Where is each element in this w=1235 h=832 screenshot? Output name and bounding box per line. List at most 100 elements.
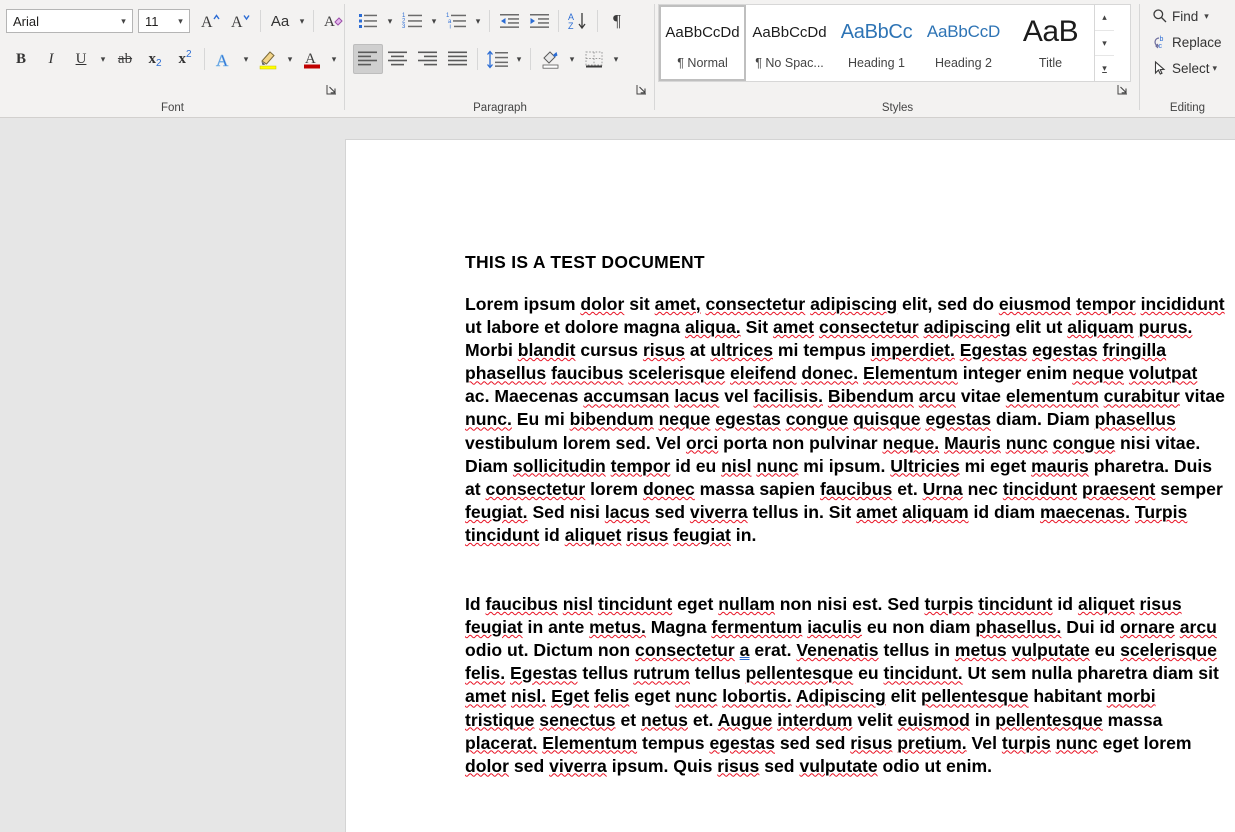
style-item-heading-2[interactable]: AaBbCcD Heading 2 <box>920 5 1007 81</box>
justify-button[interactable] <box>443 44 473 74</box>
svg-text:A: A <box>324 14 335 30</box>
font-name-value[interactable]: Arial <box>7 14 115 29</box>
font-name-combo[interactable]: Arial ▾ <box>6 9 133 33</box>
line-spacing-button[interactable] <box>482 44 512 74</box>
subscript-label: x <box>148 50 156 67</box>
bullets-dropdown-icon[interactable]: ▾ <box>383 6 397 36</box>
highlight-dropdown-icon[interactable]: ▾ <box>283 44 297 74</box>
borders-button[interactable] <box>579 44 609 74</box>
change-case-dropdown-icon[interactable]: ▾ <box>295 6 309 36</box>
increase-indent-button[interactable] <box>524 6 554 36</box>
font-size-dropdown-icon[interactable]: ▾ <box>172 10 189 32</box>
styles-more-button[interactable]: ▾̲ <box>1095 56 1114 81</box>
document-page[interactable]: THIS IS A TEST DOCUMENT Lorem ipsum dolo… <box>345 139 1235 832</box>
shading-button[interactable] <box>535 44 565 74</box>
font-name-dropdown-icon[interactable]: ▾ <box>115 10 132 32</box>
show-formatting-marks-button[interactable]: ¶ <box>602 6 632 36</box>
strikethrough-button[interactable]: ab <box>110 44 140 74</box>
styles-group-body: AaBbCcDd ¶ Normal AaBbCcDd ¶ No Spac... … <box>655 0 1140 110</box>
bullets-icon <box>359 14 377 28</box>
document-body[interactable]: THIS IS A TEST DOCUMENT Lorem ipsum dolo… <box>465 252 1225 824</box>
style-preview-no-spacing: AaBbCcDd <box>748 12 831 52</box>
change-case-button[interactable]: Aa <box>265 6 295 36</box>
shrink-font-button[interactable]: A <box>226 6 256 36</box>
bold-button[interactable]: B <box>6 44 36 74</box>
svg-text:Z: Z <box>568 21 574 31</box>
pilcrow-icon: ¶ <box>613 11 621 30</box>
text-effects-dropdown-icon[interactable]: ▾ <box>239 44 253 74</box>
style-name-title: Title <box>1038 56 1063 70</box>
font-color-button[interactable]: A <box>297 44 327 74</box>
editing-group-body: Find ▾ b c Replace Select ▾ <box>1140 0 1235 98</box>
bullets-button[interactable] <box>353 6 383 36</box>
styles-scroll-down-button[interactable]: ▾ <box>1095 31 1114 57</box>
find-dropdown-icon[interactable]: ▾ <box>1204 11 1209 22</box>
numbering-dropdown-icon[interactable]: ▾ <box>427 6 441 36</box>
font-divider-1 <box>260 10 261 32</box>
font-dialog-launcher[interactable] <box>325 83 339 97</box>
paragraph-dialog-launcher[interactable] <box>635 83 649 97</box>
cursor-icon <box>1148 60 1172 76</box>
grow-font-icon: A <box>201 14 220 31</box>
document-paragraph-2[interactable]: Id faucibus nisl tincidunt eget nullam n… <box>465 593 1225 778</box>
font-color-icon: A <box>304 51 320 69</box>
sort-icon: A Z <box>568 12 586 31</box>
document-paragraph-1[interactable]: Lorem ipsum dolor sit amet, consectetur … <box>465 293 1225 547</box>
editing-group-label: Editing <box>1169 102 1206 114</box>
font-group-body: Arial ▾ 11 ▾ A A Aa ▾ A B I U ▾ ab x 2 x… <box>0 0 345 110</box>
underline-button[interactable]: U <box>66 44 96 74</box>
italic-button[interactable]: I <box>36 44 66 74</box>
grow-font-button[interactable]: A <box>196 6 226 36</box>
ribbon-group-font: Arial ▾ 11 ▾ A A Aa ▾ A B I U ▾ ab x 2 x… <box>0 0 345 118</box>
underline-dropdown-icon[interactable]: ▾ <box>96 44 110 74</box>
multilevel-list-button[interactable]: 1 a i <box>441 6 471 36</box>
superscript-button[interactable]: x2 <box>170 44 200 74</box>
multilevel-list-dropdown-icon[interactable]: ▾ <box>471 6 485 36</box>
align-center-button[interactable] <box>383 44 413 74</box>
align-right-icon <box>418 51 437 66</box>
multilevel-list-icon: 1 a i <box>446 13 466 30</box>
style-preview-text: AaBbCcDd <box>665 23 740 41</box>
align-left-button[interactable] <box>353 44 383 74</box>
style-item-normal[interactable]: AaBbCcDd ¶ Normal <box>659 5 746 81</box>
ribbon-group-styles: AaBbCcDd ¶ Normal AaBbCcDd ¶ No Spac... … <box>655 0 1140 118</box>
font-size-value[interactable]: 11 <box>139 14 172 29</box>
paragraph-row-2: ▾ ▾ ▾ <box>353 44 623 74</box>
change-case-label: Aa <box>270 12 290 30</box>
svg-text:3: 3 <box>402 24 406 30</box>
select-dropdown-icon[interactable]: ▾ <box>1213 63 1218 74</box>
styles-gallery-scrollbar[interactable]: ▴ ▾ ▾̲ <box>1094 5 1114 81</box>
line-spacing-dropdown-icon[interactable]: ▾ <box>512 44 526 74</box>
subscript-button[interactable]: x2 <box>140 44 170 74</box>
shading-icon <box>542 50 558 69</box>
style-name-heading-2: Heading 2 <box>935 56 992 70</box>
select-label: Select <box>1172 60 1210 76</box>
document-canvas[interactable]: THIS IS A TEST DOCUMENT Lorem ipsum dolo… <box>0 118 1235 832</box>
style-preview-heading-2: AaBbCcD <box>922 12 1005 52</box>
sort-button[interactable]: A Z <box>563 6 593 36</box>
find-button[interactable]: Find ▾ <box>1146 3 1224 29</box>
style-item-heading-1[interactable]: AaBbCc Heading 1 <box>833 5 920 81</box>
style-item-title[interactable]: AaB Title <box>1007 5 1094 81</box>
paragraph-group-body: ▾ 1 2 3 ▾ 1 a i ▾ A Z ¶ ▾ ▾ ▾ <box>345 0 655 110</box>
borders-dropdown-icon[interactable]: ▾ <box>609 44 623 74</box>
style-item-no-spacing[interactable]: AaBbCcDd ¶ No Spac... <box>746 5 833 81</box>
svg-text:A: A <box>216 51 229 69</box>
ribbon: Arial ▾ 11 ▾ A A Aa ▾ A B I U ▾ ab x 2 x… <box>0 0 1235 118</box>
replace-button[interactable]: b c Replace <box>1146 29 1224 55</box>
shading-dropdown-icon[interactable]: ▾ <box>565 44 579 74</box>
select-button[interactable]: Select ▾ <box>1146 55 1224 81</box>
font-size-combo[interactable]: 11 ▾ <box>138 9 190 33</box>
dialog-launcher-icon <box>1117 85 1127 95</box>
highlight-button[interactable] <box>253 44 283 74</box>
styles-dialog-launcher[interactable] <box>1116 83 1130 97</box>
numbering-button[interactable]: 1 2 3 <box>397 6 427 36</box>
strikethrough-label: ab <box>117 50 133 67</box>
paragraph-divider-2 <box>558 10 559 32</box>
text-effects-button[interactable]: A <box>209 44 239 74</box>
decrease-indent-button[interactable] <box>494 6 524 36</box>
font-color-dropdown-icon[interactable]: ▾ <box>327 44 341 74</box>
styles-gallery[interactable]: AaBbCcDd ¶ Normal AaBbCcDd ¶ No Spac... … <box>658 4 1131 82</box>
styles-scroll-up-button[interactable]: ▴ <box>1095 5 1114 31</box>
align-right-button[interactable] <box>413 44 443 74</box>
